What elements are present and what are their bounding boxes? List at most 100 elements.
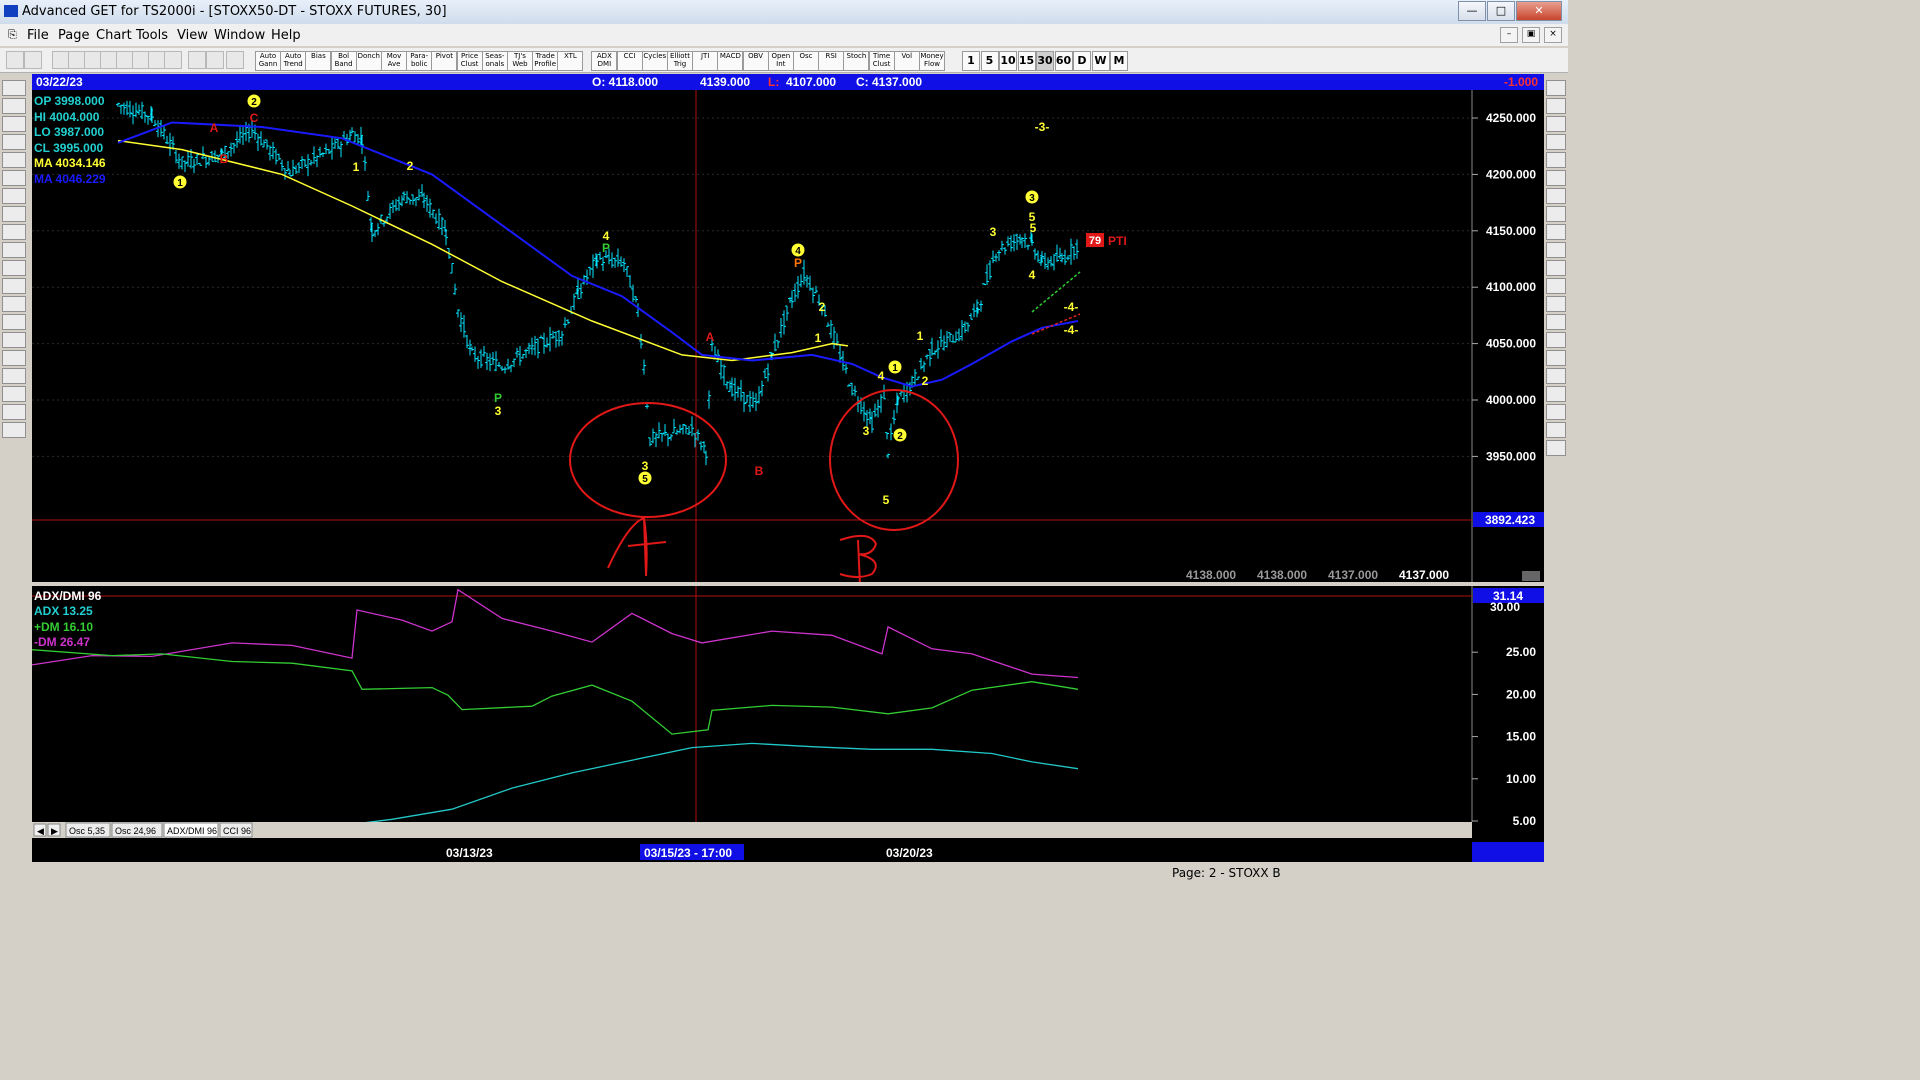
left-tool-11-icon[interactable] <box>2 278 26 294</box>
left-tool-7-icon[interactable] <box>2 206 26 222</box>
indicator-button-0[interactable]: Auto Gann <box>255 51 281 71</box>
timeframe-button-W[interactable]: W <box>1091 51 1110 71</box>
indicator-button-3[interactable]: Bol Band <box>330 51 357 71</box>
timeframe-button-M[interactable]: M <box>1110 51 1128 71</box>
menu-view[interactable]: View <box>177 28 208 43</box>
indicator-button-15[interactable]: Cycles <box>641 51 668 71</box>
toolbar-icon-11-icon[interactable] <box>206 51 224 69</box>
timeframe-button-D[interactable]: D <box>1073 51 1091 71</box>
right-tool-7-icon[interactable] <box>1546 206 1566 222</box>
left-tool-13-icon[interactable] <box>2 314 26 330</box>
indicator-button-25[interactable]: Vol <box>893 51 920 71</box>
indicator-button-4[interactable]: Donch <box>355 51 382 71</box>
right-tool-2-icon[interactable] <box>1546 116 1566 132</box>
mdi-close-button[interactable]: × <box>1544 27 1562 43</box>
indicator-button-24[interactable]: Time Clust <box>868 51 895 71</box>
left-tool-15-icon[interactable] <box>2 350 26 366</box>
menu-tools[interactable]: Tools <box>136 28 168 43</box>
indicator-button-13[interactable]: ADX DMI <box>591 51 618 71</box>
toolbar-icon-12-icon[interactable] <box>226 51 244 69</box>
price-chart[interactable]: 03/22/23 O: 4118.000 4139.000 L: 4107.00… <box>31 74 1544 862</box>
menu-file[interactable]: File <box>27 28 49 43</box>
indicator-button-22[interactable]: RSI <box>818 51 845 71</box>
minimize-button[interactable]: — <box>1458 1 1486 21</box>
indicator-button-5[interactable]: Mov Ave <box>381 51 407 71</box>
left-tool-1-icon[interactable] <box>2 98 26 114</box>
indicator-button-26[interactable]: Money Flow <box>919 51 945 71</box>
right-tool-6-icon[interactable] <box>1546 188 1566 204</box>
timeframe-button-15[interactable]: 15 <box>1017 51 1036 71</box>
right-tool-0-icon[interactable] <box>1546 80 1566 96</box>
indicator-button-20[interactable]: Open Int <box>767 51 794 71</box>
indicator-button-14[interactable]: CCI <box>616 51 643 71</box>
chart-window[interactable]: 03/22/23 O: 4118.000 4139.000 L: 4107.00… <box>31 74 1544 862</box>
indicator-button-17[interactable]: JTI <box>692 51 719 71</box>
left-tool-19-icon[interactable] <box>2 422 26 438</box>
indicator-button-6[interactable]: Para-bolic <box>406 51 433 71</box>
menu-window[interactable]: Window <box>214 28 265 43</box>
left-tool-17-icon[interactable] <box>2 386 26 402</box>
mdi-restore-button[interactable]: ▣ <box>1522 27 1540 43</box>
timeframe-button-10[interactable]: 10 <box>999 51 1017 71</box>
indicator-button-23[interactable]: Stoch <box>843 51 870 71</box>
maximize-button[interactable]: □ <box>1487 1 1515 21</box>
right-tool-5-icon[interactable] <box>1546 170 1566 186</box>
right-tool-10-icon[interactable] <box>1546 260 1566 276</box>
left-tool-4-icon[interactable] <box>2 152 26 168</box>
left-tool-12-icon[interactable] <box>2 296 26 312</box>
right-tool-11-icon[interactable] <box>1546 278 1566 294</box>
timeframe-button-60[interactable]: 60 <box>1054 51 1073 71</box>
toolbar-icon-1-icon[interactable] <box>24 51 42 69</box>
indicator-button-16[interactable]: Elliott Trig <box>667 51 693 71</box>
indicator-button-12[interactable]: XTL <box>557 51 584 71</box>
right-tool-4-icon[interactable] <box>1546 152 1566 168</box>
right-tool-12-icon[interactable] <box>1546 296 1566 312</box>
left-tool-18-icon[interactable] <box>2 404 26 420</box>
indicator-button-1[interactable]: Auto Trend <box>280 51 307 71</box>
left-tool-5-icon[interactable] <box>2 170 26 186</box>
indicator-button-2[interactable]: Bias <box>305 51 332 71</box>
left-tool-8-icon[interactable] <box>2 224 26 240</box>
indicator-button-8[interactable]: Price Clust <box>456 51 483 71</box>
toolbar-icon-0-icon[interactable] <box>6 51 24 69</box>
indicator-button-11[interactable]: Trade Profile <box>532 51 559 71</box>
right-tool-8-icon[interactable] <box>1546 224 1566 240</box>
left-tool-6-icon[interactable] <box>2 188 26 204</box>
indicator-button-19[interactable]: OBV <box>742 51 769 71</box>
timeframe-button-5[interactable]: 5 <box>980 51 999 71</box>
right-tool-16-icon[interactable] <box>1546 368 1566 384</box>
right-tool-14-icon[interactable] <box>1546 332 1566 348</box>
left-tool-3-icon[interactable] <box>2 134 26 150</box>
menu-page[interactable]: Page <box>58 28 89 43</box>
mdi-minimize-button[interactable]: – <box>1500 27 1518 43</box>
right-tool-20-icon[interactable] <box>1546 440 1566 456</box>
toolbar-icon-10-icon[interactable] <box>188 51 206 69</box>
menu-help[interactable]: Help <box>271 28 301 43</box>
right-tool-3-icon[interactable] <box>1546 134 1566 150</box>
right-tool-19-icon[interactable] <box>1546 422 1566 438</box>
left-tool-10-icon[interactable] <box>2 260 26 276</box>
right-tool-1-icon[interactable] <box>1546 98 1566 114</box>
left-tool-16-icon[interactable] <box>2 368 26 384</box>
right-tool-9-icon[interactable] <box>1546 242 1566 258</box>
close-button[interactable]: ✕ <box>1516 1 1562 21</box>
left-tool-9-icon[interactable] <box>2 242 26 258</box>
right-tool-18-icon[interactable] <box>1546 404 1566 420</box>
panel-splitter[interactable] <box>32 582 1544 586</box>
left-tool-2-icon[interactable] <box>2 116 26 132</box>
right-tool-13-icon[interactable] <box>1546 314 1566 330</box>
left-tool-14-icon[interactable] <box>2 332 26 348</box>
left-tool-0-icon[interactable] <box>2 80 26 96</box>
indicator-button-18[interactable]: MACD <box>717 51 744 71</box>
indicator-button-9[interactable]: Seas-onals <box>481 51 508 71</box>
right-tool-17-icon[interactable] <box>1546 386 1566 402</box>
timeframe-button-1[interactable]: 1 <box>962 51 980 71</box>
indicator-button-7[interactable]: Pivot <box>431 51 458 71</box>
menu-chart[interactable]: Chart <box>96 28 132 43</box>
right-tool-15-icon[interactable] <box>1546 350 1566 366</box>
indicator-button-10[interactable]: TJ's Web <box>507 51 533 71</box>
scroll-icon[interactable] <box>1522 571 1540 581</box>
timeframe-button-30[interactable]: 30 <box>1036 51 1054 71</box>
toolbar-icon-9-icon[interactable] <box>164 51 182 69</box>
indicator-button-21[interactable]: Osc <box>793 51 819 71</box>
